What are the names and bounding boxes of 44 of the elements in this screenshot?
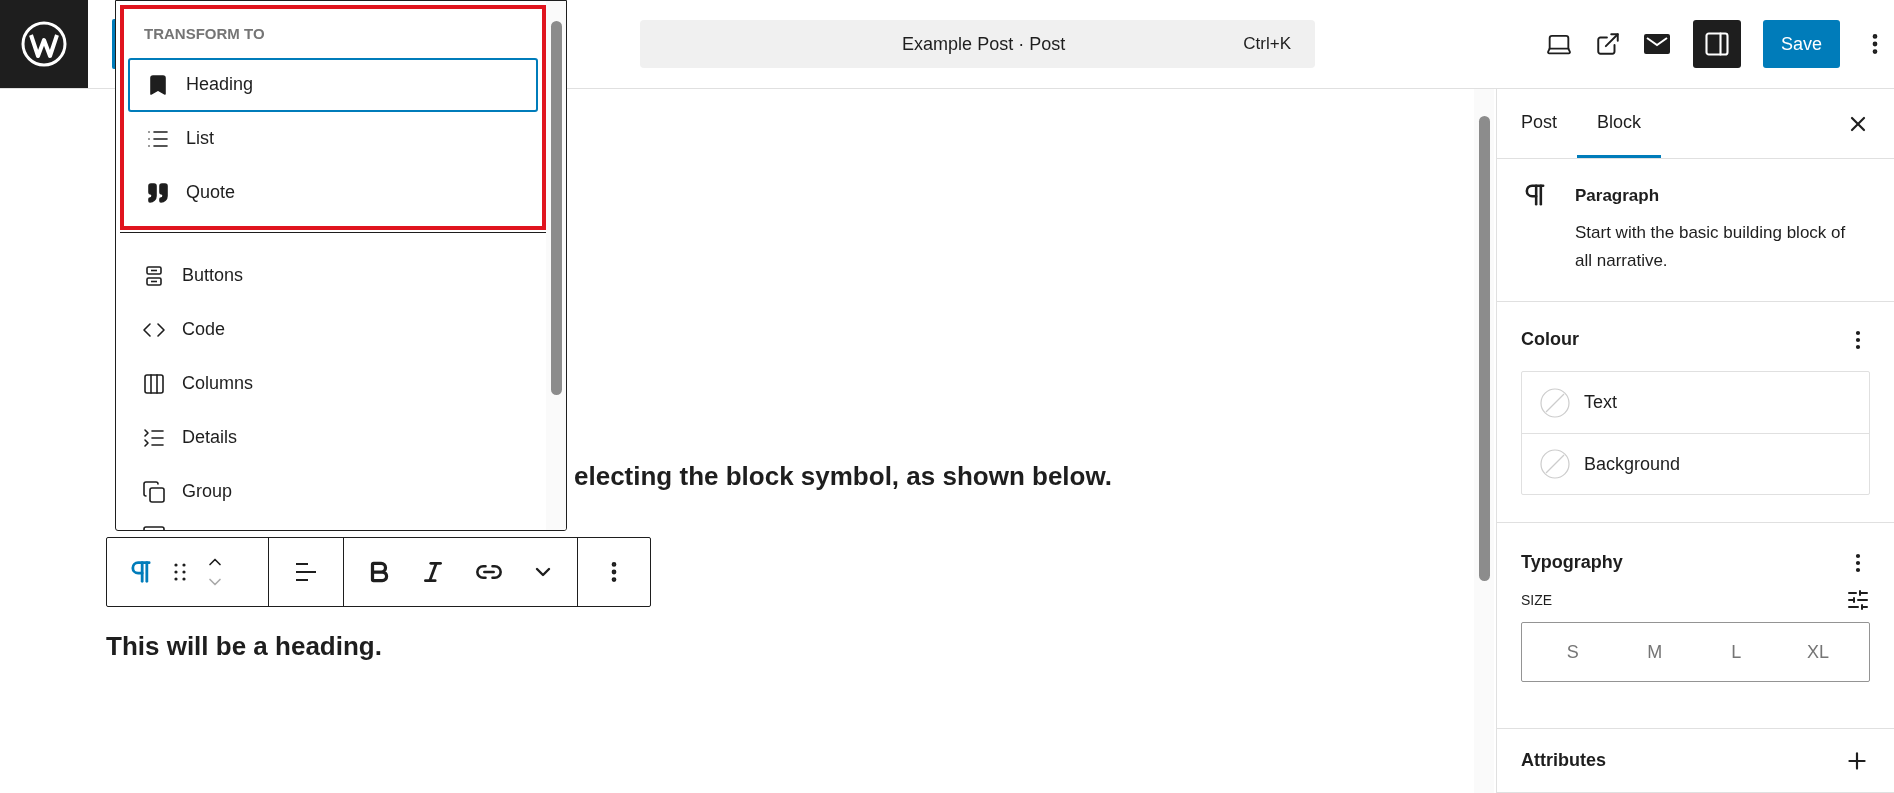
size-label: SIZE xyxy=(1521,590,1553,610)
no-colour-icon xyxy=(1540,449,1570,479)
heading-text: This will be a heading. xyxy=(106,631,383,661)
size-option[interactable]: M xyxy=(1613,623,1696,681)
size-option[interactable]: S xyxy=(1532,623,1614,681)
menu-item[interactable]: Details xyxy=(124,410,542,465)
columns-icon xyxy=(142,371,166,396)
mail-icon[interactable] xyxy=(1643,33,1671,55)
scrollbar-thumb[interactable] xyxy=(550,21,562,395)
colour-item[interactable]: Text xyxy=(1522,372,1869,433)
section-title: Typography xyxy=(1521,551,1623,574)
size-option[interactable]: XL xyxy=(1777,623,1859,681)
colour-item[interactable]: Background xyxy=(1522,433,1869,494)
document-title: Example Post · Post xyxy=(901,32,1067,56)
section-title: Attributes xyxy=(1521,749,1606,772)
block-description: Start with the basic building block of all narrative. xyxy=(1575,221,1847,272)
sidebar-tab[interactable]: Block xyxy=(1577,89,1662,158)
menu-item[interactable]: Quote xyxy=(128,165,538,220)
command-bar[interactable]: Example Post · Post Ctrl+K xyxy=(640,20,1315,68)
block-title: Paragraph xyxy=(1575,185,1661,207)
menu-item[interactable]: Group xyxy=(124,464,542,519)
size-option[interactable]: L xyxy=(1695,623,1778,681)
group-icon xyxy=(142,479,166,504)
settings-icon[interactable] xyxy=(1846,588,1870,612)
sidebar-icon xyxy=(1703,30,1731,58)
keyboard-shortcut: Ctrl+K xyxy=(1243,33,1291,56)
external-link-icon[interactable] xyxy=(1595,31,1621,57)
sidebar-tab[interactable]: Post xyxy=(1501,89,1578,158)
drag-handle-icon[interactable] xyxy=(173,562,187,582)
section-title: Colour xyxy=(1521,328,1579,351)
wordpress-logo-icon xyxy=(20,20,68,68)
menu-item[interactable]: List xyxy=(128,111,538,166)
quote-icon xyxy=(146,180,170,205)
menu-item[interactable]: Buttons xyxy=(124,248,542,303)
no-colour-icon xyxy=(1540,387,1570,418)
paragraph-text: electing the block symbol, as shown below. xyxy=(574,461,1112,491)
sidebar-toggle-button[interactable] xyxy=(1693,20,1741,68)
save-button[interactable]: Save xyxy=(1763,20,1840,68)
scrollbar-thumb[interactable] xyxy=(1478,116,1490,581)
menu-item[interactable]: Heading xyxy=(128,57,538,112)
site-logo[interactable] xyxy=(0,0,88,88)
menu-heading: TRANSFORM TO xyxy=(143,24,266,44)
menu-item[interactable]: Columns xyxy=(124,356,542,411)
menu-item[interactable]: Code xyxy=(124,302,542,357)
